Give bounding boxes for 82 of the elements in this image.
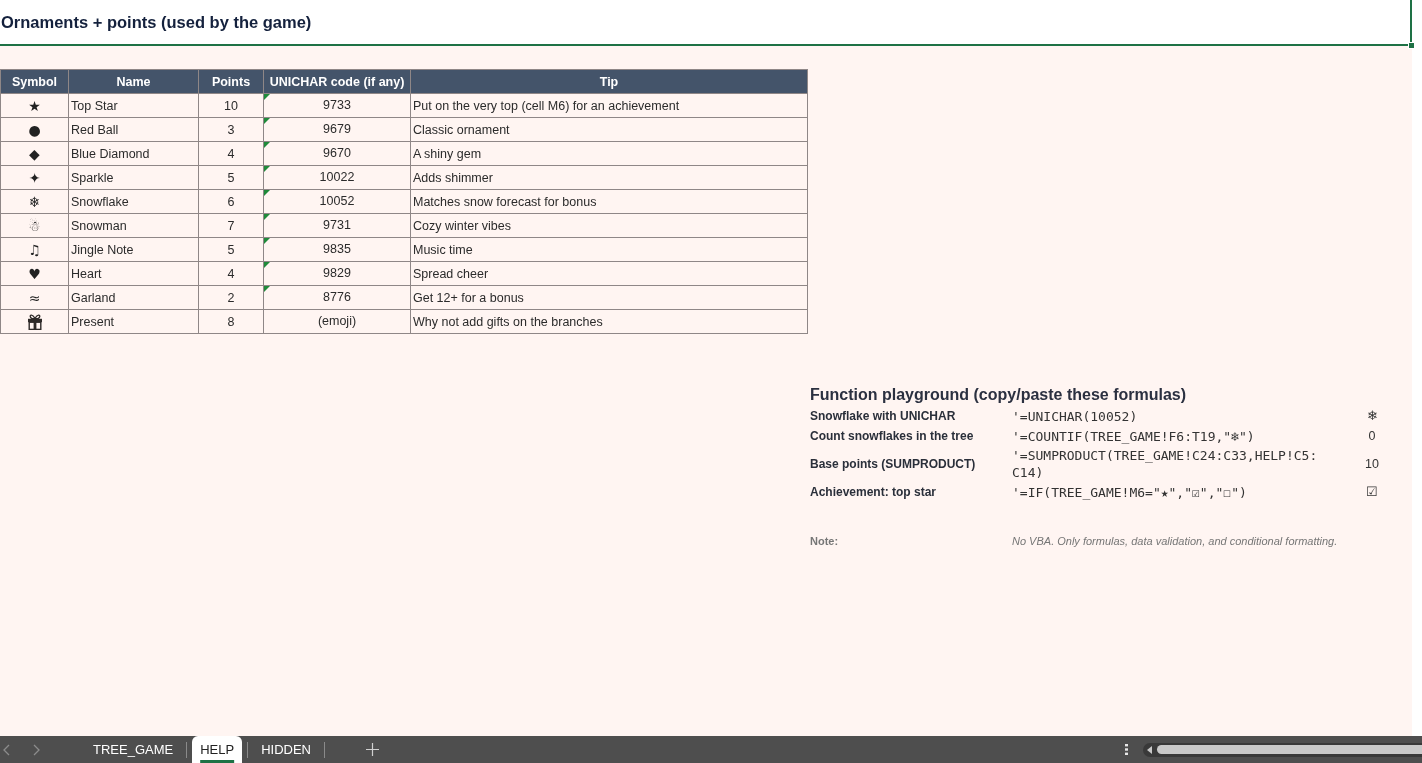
note-label: Note: bbox=[810, 535, 839, 547]
column-header: Symbol bbox=[0, 69, 69, 94]
table-cell: Red Ball bbox=[68, 117, 199, 142]
table-cell: Jingle Note bbox=[68, 237, 199, 262]
symbol-cell: ≈ bbox=[0, 285, 69, 310]
symbol-cell: ☃ bbox=[0, 213, 69, 238]
horizontal-scrollbar[interactable] bbox=[1143, 742, 1422, 757]
table-cell-text: 10052 bbox=[318, 193, 356, 210]
formula-text: '=IF(TREE_GAME!M6="★","☑","☐") bbox=[1012, 483, 1247, 501]
table-cell-text: 9731 bbox=[322, 217, 352, 234]
table-cell: 5 bbox=[198, 165, 264, 190]
table-cell-text: 8776 bbox=[322, 289, 352, 306]
table-cell: Sparkle bbox=[68, 165, 199, 190]
table-cell: Cozy winter vibes bbox=[410, 213, 808, 238]
table-cell: Get 12+ for a bonus bbox=[410, 285, 808, 310]
table-cell: 3 bbox=[198, 117, 264, 142]
table-cell-text: 9835 bbox=[322, 241, 352, 258]
table-cell: Snowflake bbox=[68, 189, 199, 214]
symbol-cell: ♫ bbox=[0, 237, 69, 262]
formula-label: Base points (SUMPRODUCT) bbox=[810, 456, 976, 473]
sheet-title: Ornaments + points (used by the game) bbox=[1, 12, 312, 32]
formula-label: Count snowflakes in the tree bbox=[810, 428, 974, 445]
formula-label: Achievement: top star bbox=[810, 484, 937, 501]
table-cell: Heart bbox=[68, 261, 199, 286]
table-cell: 2 bbox=[198, 285, 264, 310]
table-cell-text: 9679 bbox=[322, 121, 352, 138]
next-sheet-icon[interactable] bbox=[33, 743, 40, 756]
formula-result: ❄ bbox=[1366, 408, 1378, 425]
note-text: No VBA. Only formulas, data validation, and conditional formatting. bbox=[1012, 535, 1338, 547]
table-cell: Garland bbox=[68, 285, 199, 310]
column-header: Points bbox=[198, 69, 264, 94]
table-cell-text: 10022 bbox=[318, 169, 356, 186]
column-header: Tip bbox=[410, 69, 808, 94]
formula-text: '=SUMPRODUCT(TREE_GAME!C24:C33,HELP!C5:C14) bbox=[1012, 447, 1318, 481]
column-header: UNICHAR code (if any) bbox=[263, 69, 411, 94]
section-title: Function playground (copy/paste these formulas) bbox=[810, 385, 1187, 405]
scroll-left-icon[interactable] bbox=[1147, 745, 1152, 754]
table-cell: 4 bbox=[198, 141, 264, 166]
sheet-tab[interactable]: TREE_GAME bbox=[85, 736, 182, 763]
table-cell: 5 bbox=[198, 237, 264, 262]
formula-text: '=UNICHAR(10052) bbox=[1012, 407, 1138, 425]
formula-text: '=COUNTIF(TREE_GAME!F6:T19,"❄") bbox=[1012, 427, 1255, 445]
table-cell: Music time bbox=[410, 237, 808, 262]
previous-sheet-icon[interactable] bbox=[3, 743, 10, 756]
formula-result: ☑ bbox=[1366, 484, 1378, 501]
sheet-tab[interactable]: HELP bbox=[192, 736, 243, 763]
table-cell-text: 9733 bbox=[322, 97, 352, 114]
gift-icon bbox=[26, 314, 43, 330]
table-cell: 6 bbox=[198, 189, 264, 214]
table-cell: 7 bbox=[198, 213, 264, 238]
table-cell: 8 bbox=[198, 309, 264, 334]
symbol-cell: ♥ bbox=[0, 261, 69, 286]
symbol-cell: ❄ bbox=[0, 189, 69, 214]
add-sheet-icon[interactable] bbox=[366, 743, 379, 756]
formula-result: 0 bbox=[1368, 428, 1376, 445]
table-cell: Adds shimmer bbox=[410, 165, 808, 190]
more-options-icon[interactable] bbox=[1125, 744, 1128, 755]
symbol-cell: ◆ bbox=[0, 141, 69, 166]
formula-label: Snowflake with UNICHAR bbox=[810, 408, 956, 425]
fill-handle[interactable] bbox=[1408, 42, 1415, 49]
table-cell: Put on the very top (cell M6) for an achievement bbox=[410, 93, 808, 118]
table-cell: Blue Diamond bbox=[68, 141, 199, 166]
formula-result: 10 bbox=[1365, 456, 1379, 473]
symbol-cell: ✦ bbox=[0, 165, 69, 190]
table-cell: Why not add gifts on the branches bbox=[410, 309, 808, 334]
sheet-tab[interactable]: HIDDEN bbox=[253, 736, 319, 763]
table-cell: Classic ornament bbox=[410, 117, 808, 142]
table-cell: Top Star bbox=[68, 93, 199, 118]
table-cell: Present bbox=[68, 309, 199, 334]
table-cell-text: (emoji) bbox=[316, 313, 358, 330]
symbol-cell: ★ bbox=[0, 93, 69, 118]
table-cell: A shiny gem bbox=[410, 141, 808, 166]
table-cell-text: 9670 bbox=[322, 145, 352, 162]
symbol-cell: ● bbox=[0, 117, 69, 142]
scrollbar-thumb[interactable] bbox=[1157, 745, 1422, 754]
table-cell: 10 bbox=[198, 93, 264, 118]
table-cell: 4 bbox=[198, 261, 264, 286]
column-header: Name bbox=[68, 69, 199, 94]
table-cell: Matches snow forecast for bonus bbox=[410, 189, 808, 214]
table-cell-text: 9829 bbox=[322, 265, 352, 282]
table-cell: Snowman bbox=[68, 213, 199, 238]
table-cell: Spread cheer bbox=[410, 261, 808, 286]
